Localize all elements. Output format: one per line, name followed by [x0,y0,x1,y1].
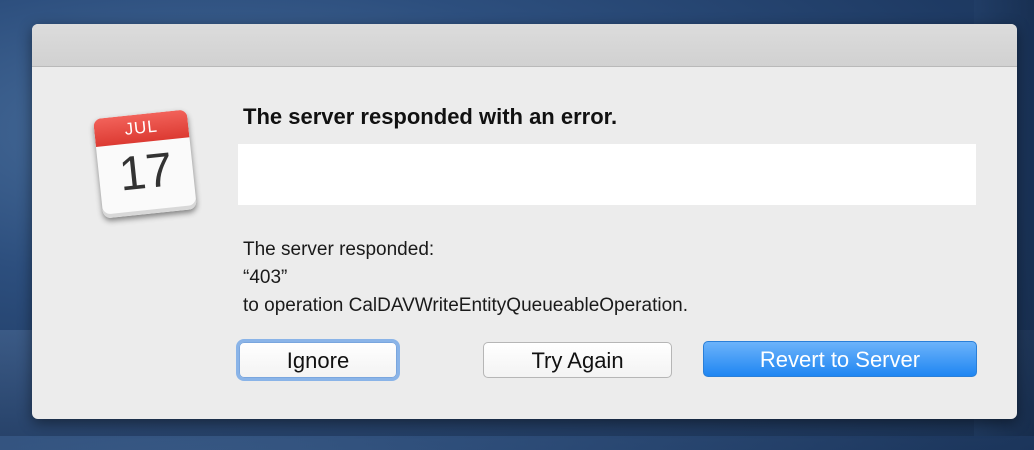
ignore-button[interactable]: Ignore [239,342,397,378]
calendar-icon-day: 17 [116,143,176,202]
alert-heading: The server responded with an error. [243,104,618,129]
message-line: to operation CalDAVWriteEntityQueueableO… [243,295,688,316]
message-line: The server responded: [243,239,435,260]
revert-to-server-button[interactable]: Revert to Server [703,341,977,377]
try-again-button[interactable]: Try Again [483,342,672,378]
dialog-titlebar[interactable] [32,24,1017,67]
detail-text-area[interactable] [238,144,976,205]
alert-message: The server responded: “403” to operation… [243,236,688,320]
message-line: “403” [243,267,288,288]
calendar-icon: JUL 17 [93,109,197,219]
calendar-app-icon: JUL 17 [90,108,200,220]
error-alert-dialog: JUL 17 The server responded with an erro… [32,24,1017,419]
